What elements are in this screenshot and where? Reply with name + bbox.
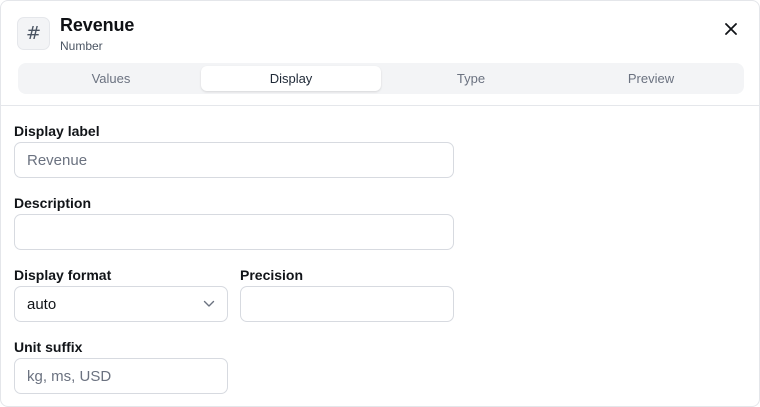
- unit-suffix-label: Unit suffix: [14, 339, 83, 355]
- field-title: Revenue: [60, 15, 135, 35]
- tab-values[interactable]: Values: [21, 66, 201, 91]
- description-input[interactable]: [14, 214, 454, 250]
- unit-suffix-input[interactable]: [14, 358, 228, 394]
- field-type-subtitle: Number: [60, 39, 103, 53]
- tab-display[interactable]: Display: [201, 66, 381, 91]
- panel-header: # Revenue Number Values Display Type Pre…: [1, 1, 759, 106]
- display-format-select[interactable]: auto: [14, 286, 228, 322]
- field-settings-panel: # Revenue Number Values Display Type Pre…: [0, 0, 760, 407]
- precision-input[interactable]: [240, 286, 454, 322]
- display-format-label: Display format: [14, 267, 112, 283]
- chevron-down-icon: [203, 300, 215, 308]
- tab-type[interactable]: Type: [381, 66, 561, 91]
- display-label-input[interactable]: [14, 142, 454, 178]
- description-label: Description: [14, 195, 92, 211]
- close-icon: [725, 23, 737, 35]
- tab-preview[interactable]: Preview: [561, 66, 741, 91]
- precision-label: Precision: [240, 267, 304, 283]
- tab-bar: Values Display Type Preview: [18, 63, 744, 94]
- close-button[interactable]: [719, 17, 743, 41]
- display-format-value: auto: [27, 295, 57, 313]
- display-label-label: Display label: [14, 123, 100, 139]
- hash-icon: #: [17, 17, 50, 50]
